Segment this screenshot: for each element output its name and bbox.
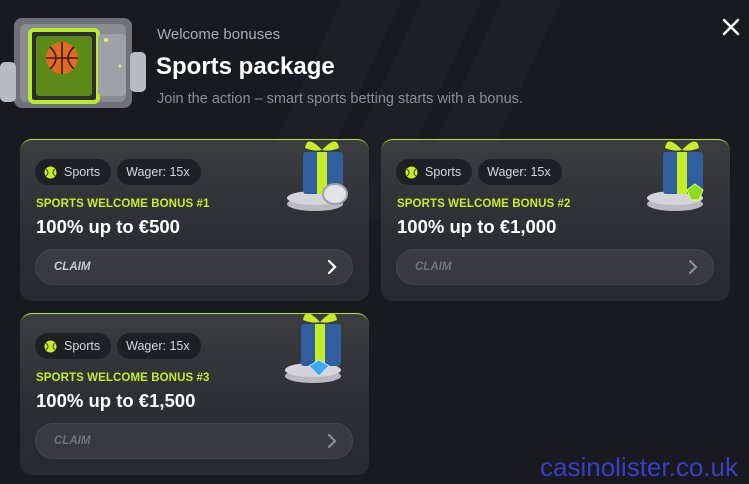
bonus-amount: 100% up to €1,000 xyxy=(397,216,557,237)
tag-sports: Sports xyxy=(35,333,112,359)
tag-wager-label: Wager: 15x xyxy=(126,339,190,353)
treasure-chest-basketball-icon xyxy=(0,18,146,108)
watermark: casinolister.co.uk xyxy=(540,452,738,482)
claim-label: CLAIM xyxy=(415,261,452,273)
bonus-card-2: Sports Wager: 15x SPORTS WELCOME BONUS #… xyxy=(381,139,730,301)
gift-box-icon xyxy=(285,314,341,383)
tag-wager: Wager: 15x xyxy=(478,159,562,185)
tag-wager-label: Wager: 15x xyxy=(126,165,190,179)
bonus-label: SPORTS WELCOME BONUS #1 xyxy=(36,198,210,210)
tag-wager-label: Wager: 15x xyxy=(487,165,551,179)
close-icon xyxy=(722,18,740,36)
gift-box-icon xyxy=(287,141,348,211)
modal-header: Welcome bonuses Sports package Join the … xyxy=(0,0,749,130)
gift-box-icon xyxy=(647,141,704,211)
bonus-amount: 100% up to €500 xyxy=(36,216,180,237)
claim-button[interactable]: CLAIM xyxy=(396,249,714,285)
bonus-card-3: Sports Wager: 15x SPORTS WELCOME BONUS #… xyxy=(20,313,369,475)
tag-sports-label: Sports xyxy=(425,165,462,179)
page-subtitle: Join the action – smart sports betting s… xyxy=(157,91,523,107)
bonus-label: SPORTS WELCOME BONUS #3 xyxy=(36,372,210,384)
claim-label: CLAIM xyxy=(54,261,91,273)
bonus-amount: 100% up to €1,500 xyxy=(36,390,196,411)
tag-sports: Sports xyxy=(396,159,473,185)
tennis-ball-icon xyxy=(405,166,418,178)
chevron-right-icon xyxy=(688,259,698,275)
tag-sports-label: Sports xyxy=(64,339,101,353)
chevron-right-icon xyxy=(327,259,337,275)
tag-sports-label: Sports xyxy=(64,165,101,179)
close-button[interactable] xyxy=(718,14,744,40)
tennis-ball-icon xyxy=(44,166,57,178)
claim-label: CLAIM xyxy=(54,435,91,447)
claim-button[interactable]: CLAIM xyxy=(35,423,353,459)
claim-button[interactable]: CLAIM xyxy=(35,249,353,285)
chevron-right-icon xyxy=(327,433,337,449)
page-title: Sports package xyxy=(156,53,335,80)
bonus-card-1: Sports Wager: 15x SPORTS WELCOME BONUS #… xyxy=(20,139,369,301)
tag-sports: Sports xyxy=(35,159,112,185)
bonus-label: SPORTS WELCOME BONUS #2 xyxy=(397,198,571,210)
tag-wager: Wager: 15x xyxy=(117,333,201,359)
eyebrow-text: Welcome bonuses xyxy=(157,26,281,43)
tennis-ball-icon xyxy=(44,340,57,352)
tag-wager: Wager: 15x xyxy=(117,159,201,185)
